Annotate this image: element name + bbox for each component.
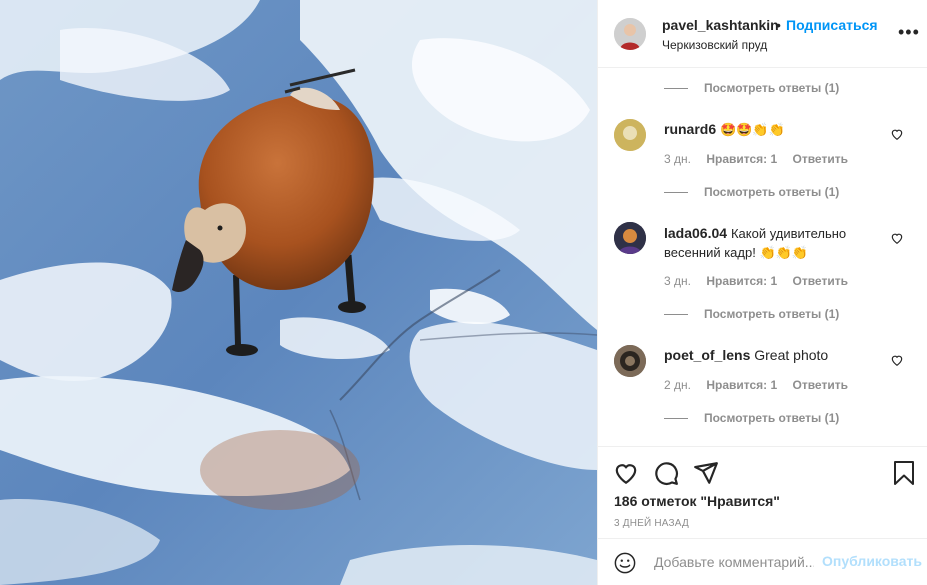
view-replies-label: Посмотреть ответы (1) <box>704 411 840 425</box>
comment-input[interactable] <box>654 551 814 573</box>
comment-body: 🤩🤩👏👏 <box>720 122 785 137</box>
comment-like-heart-icon[interactable] <box>890 231 904 245</box>
comment-avatar[interactable] <box>614 222 646 254</box>
heart-icon[interactable] <box>613 460 639 486</box>
comment-time[interactable]: 2 дн. <box>664 378 691 392</box>
author-avatar-image <box>614 18 646 50</box>
author-avatar[interactable] <box>614 18 646 50</box>
emoji-smiley-icon[interactable] <box>614 552 636 574</box>
view-replies-label: Посмотреть ответы (1) <box>704 307 840 321</box>
post-header: pavel_kashtankin • Подписаться Черкизовс… <box>598 0 927 68</box>
comment-reply-button[interactable]: Ответить <box>793 378 848 392</box>
comment-body: Great photo <box>754 347 829 363</box>
comment-likes-count[interactable]: Нравится: 1 <box>706 274 777 288</box>
post-location[interactable]: Черкизовский пруд <box>662 38 767 52</box>
comment-time[interactable]: 3 дн. <box>664 152 691 166</box>
follow-button[interactable]: Подписаться <box>786 17 878 33</box>
duck-on-ice-image <box>0 0 597 585</box>
view-replies-button[interactable]: Посмотреть ответы (1) <box>664 185 839 199</box>
comment-time[interactable]: 3 дн. <box>664 274 691 288</box>
comment-meta: 2 дн. Нравится: 1 Ответить <box>664 378 860 392</box>
likes-count[interactable]: 186 отметок "Нравится" <box>614 493 780 509</box>
view-replies-button[interactable]: Посмотреть ответы (1) <box>664 81 839 95</box>
view-replies-label: Посмотреть ответы (1) <box>704 185 840 199</box>
post-side-panel: pavel_kashtankin • Подписаться Черкизовс… <box>597 0 927 585</box>
view-replies-line <box>664 418 688 420</box>
comment-likes-count[interactable]: Нравится: 1 <box>706 152 777 166</box>
comment-username[interactable]: poet_of_lens <box>664 347 750 363</box>
commenter-avatar-image <box>614 345 646 377</box>
view-replies-label: Посмотреть ответы (1) <box>704 81 840 95</box>
comment-meta: 3 дн. Нравится: 1 Ответить <box>664 274 860 288</box>
comment-icon[interactable] <box>653 460 679 486</box>
view-replies-button[interactable]: Посмотреть ответы (1) <box>664 307 839 321</box>
publish-button[interactable]: Опубликовать <box>822 553 922 569</box>
commenter-avatar-image <box>614 119 646 151</box>
commenter-avatar-image <box>614 222 646 254</box>
view-replies-line <box>664 314 688 316</box>
comment-text: lada06.04 Какой удивительно весенний кад… <box>664 224 874 262</box>
comment-username[interactable]: lada06.04 <box>664 225 727 241</box>
view-replies-line <box>664 88 688 90</box>
more-horizontal-icon[interactable]: ••• <box>898 22 920 43</box>
comment-meta: 3 дн. Нравится: 1 Ответить <box>664 152 860 166</box>
comment-reply-button[interactable]: Ответить <box>793 274 848 288</box>
comment-avatar[interactable] <box>614 119 646 151</box>
bookmark-icon[interactable] <box>892 460 916 486</box>
view-replies-line <box>664 192 688 194</box>
post-actions: 186 отметок "Нравится" 3 ДНЕЙ НАЗАД <box>598 446 927 538</box>
comment-like-heart-icon[interactable] <box>890 353 904 367</box>
comment-text: poet_of_lens Great photo <box>664 346 874 364</box>
post-date[interactable]: 3 ДНЕЙ НАЗАД <box>614 518 689 529</box>
author-username[interactable]: pavel_kashtankin <box>662 17 779 33</box>
add-comment-bar: Опубликовать <box>598 538 927 585</box>
comment-username[interactable]: runard6 <box>664 121 716 137</box>
comment-reply-button[interactable]: Ответить <box>793 152 848 166</box>
comment-avatar[interactable] <box>614 345 646 377</box>
comment-like-heart-icon[interactable] <box>890 127 904 141</box>
view-replies-button[interactable]: Посмотреть ответы (1) <box>664 411 839 425</box>
comment-likes-count[interactable]: Нравится: 1 <box>706 378 777 392</box>
post-photo[interactable] <box>0 0 597 585</box>
comment-text: runard6 🤩🤩👏👏 <box>664 120 874 139</box>
paper-plane-icon[interactable] <box>693 460 719 486</box>
header-separator: • <box>776 17 781 33</box>
